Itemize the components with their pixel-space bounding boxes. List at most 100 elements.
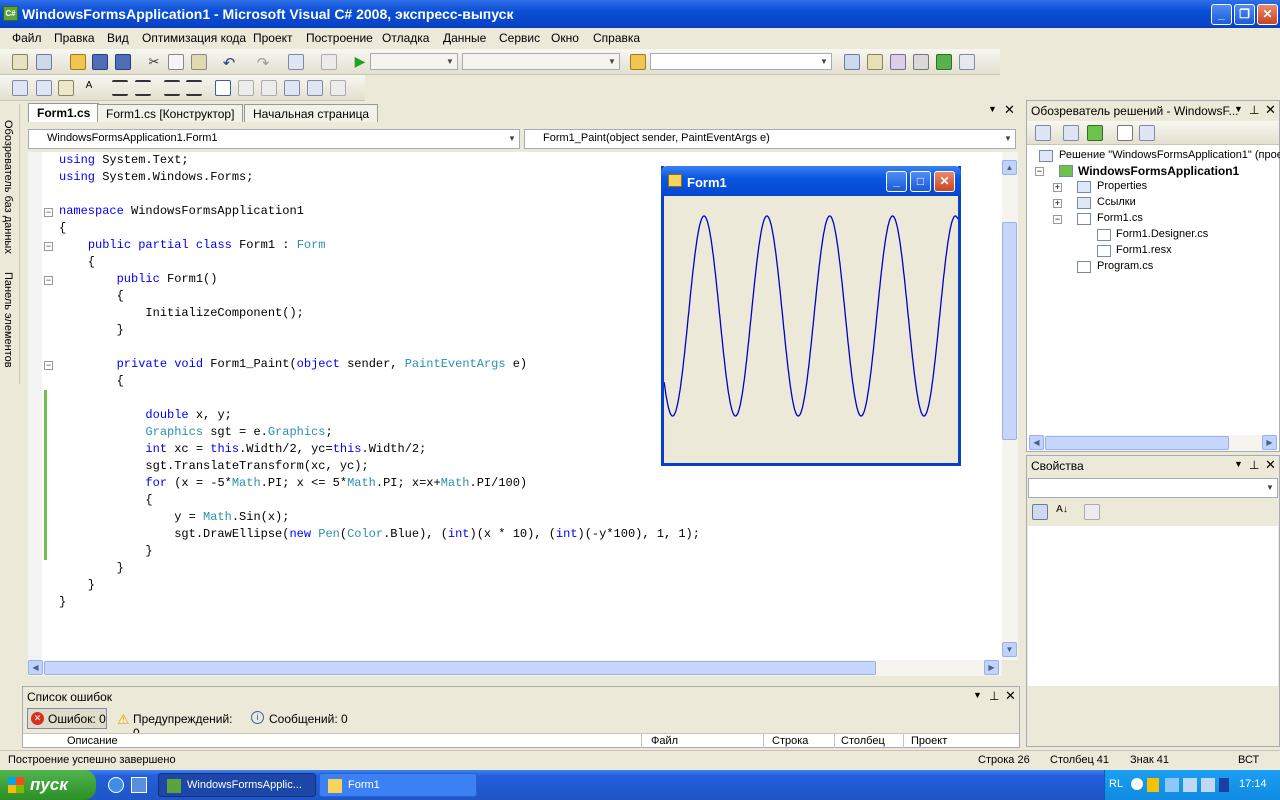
column-file[interactable]: Файл bbox=[651, 735, 678, 747]
copy-icon[interactable] bbox=[168, 54, 184, 70]
paste-icon[interactable] bbox=[191, 54, 207, 70]
collapse-form1-icon[interactable]: − bbox=[1053, 215, 1062, 224]
tab-list-icon[interactable]: ▼ bbox=[988, 104, 997, 114]
pin-icon[interactable]: ⊥ bbox=[989, 689, 999, 703]
menu-debug[interactable]: Отладка bbox=[382, 31, 429, 45]
collapse-method-icon[interactable]: − bbox=[44, 361, 53, 370]
properties-icon[interactable] bbox=[1035, 125, 1051, 141]
align-lefts-icon[interactable] bbox=[36, 80, 52, 96]
scroll-left-icon[interactable]: ◀ bbox=[1029, 435, 1044, 450]
start-debugging-icon[interactable]: ▶ bbox=[352, 53, 368, 69]
undo-icon[interactable]: ↶ bbox=[221, 54, 237, 72]
prev-bookmark-folder-icon[interactable] bbox=[284, 80, 300, 96]
redo-icon[interactable]: ↷ bbox=[255, 54, 271, 72]
prev-bookmark-icon[interactable] bbox=[238, 80, 254, 96]
object-browser-icon[interactable] bbox=[890, 54, 906, 70]
open-file-icon[interactable] bbox=[70, 54, 86, 70]
ie-icon[interactable] bbox=[108, 777, 124, 793]
collapse-namespace-icon[interactable]: − bbox=[44, 208, 53, 217]
member-combo[interactable]: Form1_Paint(object sender, PaintEventArg… bbox=[524, 129, 1016, 149]
vscroll-thumb[interactable] bbox=[1002, 222, 1017, 440]
uncomment-icon[interactable] bbox=[186, 80, 202, 96]
menu-edit[interactable]: Правка bbox=[54, 31, 95, 45]
configuration-combo[interactable]: ▼ bbox=[370, 53, 458, 70]
scroll-down-icon[interactable]: ▼ bbox=[1002, 642, 1017, 657]
platform-combo[interactable]: ▼ bbox=[462, 53, 620, 70]
font-size-icon[interactable]: A bbox=[81, 80, 97, 96]
bookmark-icon[interactable] bbox=[215, 80, 231, 96]
editor-hscroll[interactable]: ◀ ▶ bbox=[28, 660, 1002, 676]
show-all-files-icon[interactable] bbox=[1063, 125, 1079, 141]
next-bookmark-icon[interactable] bbox=[261, 80, 277, 96]
panel-close-icon[interactable]: ✕ bbox=[1265, 457, 1276, 473]
pin-icon[interactable]: ⊥ bbox=[1249, 103, 1259, 117]
tree-item-references[interactable]: Ссылки bbox=[1097, 196, 1136, 208]
alphabetical-icon[interactable]: A↓ bbox=[1054, 504, 1070, 520]
column-line[interactable]: Строка bbox=[772, 735, 808, 747]
menu-tools[interactable]: Сервис bbox=[499, 31, 540, 45]
tab-form1-designer[interactable]: Form1.cs [Конструктор] bbox=[97, 104, 244, 122]
add-item-icon[interactable] bbox=[36, 54, 52, 70]
warnings-filter-button[interactable]: ⚠ Предупреждений: 0 bbox=[115, 709, 240, 740]
refresh-icon[interactable] bbox=[1087, 125, 1103, 141]
panel-menu-icon[interactable]: ▼ bbox=[1234, 459, 1243, 469]
show-desktop-icon[interactable] bbox=[131, 777, 147, 793]
start-page-icon[interactable] bbox=[936, 54, 952, 70]
solution-hscroll-thumb[interactable] bbox=[1045, 436, 1229, 450]
panel-menu-icon[interactable]: ▼ bbox=[1234, 104, 1243, 114]
next-bookmark-folder-icon[interactable] bbox=[307, 80, 323, 96]
view-code-icon[interactable] bbox=[1117, 125, 1133, 141]
panel-menu-icon[interactable]: ▼ bbox=[973, 690, 982, 700]
menu-window[interactable]: Окно bbox=[551, 31, 579, 45]
tree-item-form1-cs[interactable]: Form1.cs bbox=[1097, 212, 1143, 224]
task-visual-studio[interactable]: WindowsFormsApplic... bbox=[158, 773, 316, 797]
comment-icon[interactable] bbox=[164, 80, 180, 96]
save-icon[interactable] bbox=[92, 54, 108, 70]
outdent-icon[interactable] bbox=[135, 80, 151, 96]
scroll-right-icon[interactable]: ▶ bbox=[1262, 435, 1277, 450]
close-button[interactable]: ✕ bbox=[1257, 4, 1278, 25]
view-designer-icon[interactable] bbox=[1139, 125, 1155, 141]
property-pages-icon[interactable] bbox=[1084, 504, 1100, 520]
navigate-forward-icon[interactable] bbox=[321, 54, 337, 70]
menu-file[interactable]: Файл bbox=[12, 31, 42, 45]
editor-vscroll[interactable]: ▲ ▼ bbox=[1002, 152, 1018, 660]
maximize-button[interactable]: ❐ bbox=[1234, 4, 1255, 25]
pin-icon[interactable]: ⊥ bbox=[1249, 458, 1259, 472]
tree-item-form1-resx[interactable]: Form1.resx bbox=[1116, 244, 1172, 256]
expand-properties-icon[interactable]: + bbox=[1053, 183, 1062, 192]
task-form1[interactable]: Form1 bbox=[319, 773, 477, 797]
tray-back-icon[interactable] bbox=[1131, 778, 1143, 790]
scroll-right-icon[interactable]: ▶ bbox=[984, 660, 999, 675]
indent-icon[interactable] bbox=[112, 80, 128, 96]
form1-close-button[interactable]: ✕ bbox=[934, 171, 955, 192]
menu-project[interactable]: Проект bbox=[253, 31, 293, 45]
menu-view[interactable]: Вид bbox=[107, 31, 129, 45]
form1-minimize-button[interactable]: _ bbox=[886, 171, 907, 192]
tree-item-project[interactable]: WindowsFormsApplication1 bbox=[1078, 164, 1239, 178]
tab-start-page[interactable]: Начальная страница bbox=[244, 104, 379, 122]
collapse-project-icon[interactable]: − bbox=[1035, 167, 1044, 176]
menu-build[interactable]: Построение bbox=[306, 31, 373, 45]
tree-item-form1-designer[interactable]: Form1.Designer.cs bbox=[1116, 228, 1208, 240]
tree-item-program-cs[interactable]: Program.cs bbox=[1097, 260, 1153, 272]
usb-icon[interactable] bbox=[1219, 778, 1229, 792]
form1-maximize-button[interactable]: □ bbox=[910, 171, 931, 192]
class-combo[interactable]: WindowsFormsApplication1.Form1 ▼ bbox=[28, 129, 520, 149]
properties-window-icon[interactable] bbox=[867, 54, 883, 70]
side-tab-database-explorer[interactable]: Обозреватель баз данных bbox=[2, 120, 14, 254]
find-in-files-icon[interactable] bbox=[630, 54, 646, 70]
menu-help[interactable]: Справка bbox=[593, 31, 640, 45]
scroll-up-icon[interactable]: ▲ bbox=[1002, 160, 1017, 175]
tree-item-properties[interactable]: Properties bbox=[1097, 180, 1147, 192]
minimize-button[interactable]: _ bbox=[1211, 4, 1232, 25]
object-selector-combo[interactable]: ▼ bbox=[1028, 478, 1278, 498]
side-tab-toolbox[interactable]: Панель элементов bbox=[2, 272, 14, 368]
column-project[interactable]: Проект bbox=[911, 735, 947, 747]
solution-explorer-icon[interactable] bbox=[844, 54, 860, 70]
cut-icon[interactable]: ✂ bbox=[146, 54, 162, 70]
panel-close-icon[interactable]: ✕ bbox=[1265, 102, 1276, 118]
collapse-class-icon[interactable]: − bbox=[44, 242, 53, 251]
toolbar-options-icon[interactable] bbox=[959, 54, 975, 70]
menu-data[interactable]: Данные bbox=[443, 31, 486, 45]
